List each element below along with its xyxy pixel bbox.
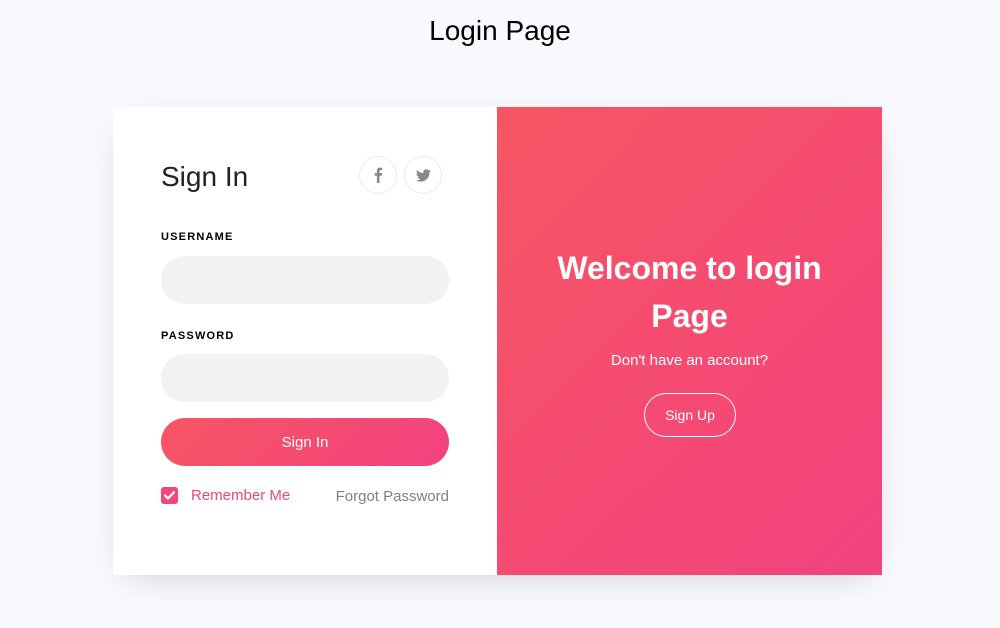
checkbox-checked-icon [161, 487, 178, 504]
no-account-text: Don't have an account? [610, 352, 769, 369]
facebook-button[interactable] [359, 156, 397, 194]
login-card: Sign In USERNAME PASSWORD Sign In Rememb… [113, 107, 882, 575]
signin-button[interactable]: Sign In [161, 418, 449, 466]
twitter-button[interactable] [404, 156, 442, 194]
forgot-password-link[interactable]: Forgot Password [336, 487, 449, 506]
welcome-heading-line1: Welcome to login [557, 250, 822, 286]
password-input[interactable] [161, 354, 449, 402]
signin-heading: Sign In [161, 161, 249, 192]
welcome-panel: Welcome to login Page Don't have an acco… [497, 107, 882, 575]
twitter-icon [415, 168, 431, 182]
page-title: Login Page [429, 15, 571, 46]
username-label: USERNAME [161, 231, 234, 243]
signin-panel: Sign In USERNAME PASSWORD Sign In Rememb… [113, 107, 497, 575]
username-input[interactable] [161, 256, 449, 304]
signup-button[interactable]: Sign Up [644, 393, 736, 437]
welcome-heading: Welcome to login Page [497, 244, 882, 340]
facebook-icon [374, 167, 383, 183]
remember-me-checkbox[interactable]: Remember Me [161, 487, 290, 504]
remember-me-label: Remember Me [191, 487, 291, 504]
welcome-heading-line2: Page [651, 298, 728, 334]
password-label: PASSWORD [161, 330, 235, 342]
